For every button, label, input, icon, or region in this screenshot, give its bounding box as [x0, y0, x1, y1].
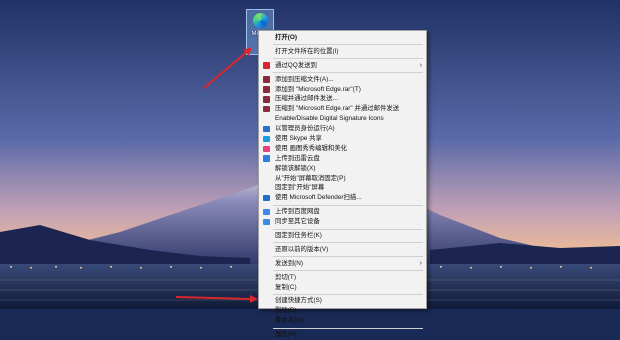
cloud-icon: [263, 155, 270, 162]
menu-item-label: 使用 Skype 共享: [275, 135, 322, 143]
menu-item-label: 重命名(M): [275, 317, 304, 325]
menu-item-label: 以管理员身份运行(A): [275, 125, 335, 133]
menu-item-label: 使用 画图秀秀编辑和美化: [275, 144, 348, 152]
arrow-to-properties-head: [250, 295, 258, 303]
chevron-right-icon: ›: [419, 259, 422, 267]
menu-item[interactable]: 从"开始"屏幕取消固定(P): [259, 174, 426, 184]
menu-item-label: 创建快捷方式(S): [275, 297, 322, 305]
menu-item[interactable]: 使用 画图秀秀编辑和美化: [259, 144, 426, 154]
menu-separator: [273, 72, 423, 74]
menu-item[interactable]: 删除(D): [259, 306, 426, 316]
menu-item-label: 压缩并通过邮件发送...: [275, 95, 338, 103]
paint-icon: [263, 145, 270, 152]
menu-item[interactable]: 复制(C): [259, 283, 426, 293]
menu-item[interactable]: 重命名(M): [259, 316, 426, 326]
menu-item-label: 添加到 "Microsoft Edge.rar"(T): [275, 85, 361, 93]
menu-item-label: 固定到任务栏(K): [275, 232, 322, 240]
menu-item-label: 固定到"开始"屏幕: [275, 184, 325, 192]
menu-separator: [273, 242, 423, 244]
menu-item-label: 剪切(T): [275, 273, 296, 281]
menu-item[interactable]: 压缩到 "Microsoft Edge.rar" 并通过邮件发送: [259, 104, 426, 114]
menu-item[interactable]: 创建快捷方式(S): [259, 296, 426, 306]
skype-icon: [263, 135, 270, 143]
menu-item-label: 打开(O): [275, 34, 298, 41]
menu-item[interactable]: 同步至其它设备: [259, 217, 426, 227]
menu-separator: [273, 58, 423, 60]
menu-separator: [273, 204, 423, 206]
menu-item-label: 使用 Microsoft Defender扫描...: [275, 194, 362, 202]
winrar-icon: [263, 86, 270, 93]
menu-item-label: 同步至其它设备: [275, 218, 320, 226]
menu-item[interactable]: Enable/Disable Digital Signature Icons: [259, 114, 426, 124]
winrar-icon: [263, 76, 270, 83]
menu-item-label: 打开文件所在的位置(I): [275, 47, 339, 55]
menu-item-label: 删除(D): [275, 307, 297, 315]
menu-item-label: Enable/Disable Digital Signature Icons: [275, 115, 384, 123]
menu-item[interactable]: 打开(O): [259, 33, 426, 43]
chevron-right-icon: ›: [419, 61, 422, 69]
menu-item-label: 添加到压缩文件(A)...: [275, 75, 334, 83]
context-menu: 打开(O) 打开文件所在的位置(I) 通过QQ发送到 › 添加到压缩文件(A)... 添加…: [258, 30, 427, 338]
menu-separator: [273, 228, 423, 230]
menu-item-label: 还原以前的版本(V): [275, 245, 329, 253]
menu-item[interactable]: 压缩并通过邮件发送...: [259, 94, 426, 104]
menu-item-label: 解锁该解锁(X): [275, 164, 316, 172]
menu-item-label: 上传到百度网盘: [275, 208, 320, 216]
sync-cloud-icon: [263, 218, 270, 226]
defender-icon: [263, 194, 270, 202]
menu-item[interactable]: 使用 Microsoft Defender扫描...: [259, 193, 426, 203]
menu-item-label: 通过QQ发送到: [275, 61, 317, 69]
menu-item[interactable]: 使用 Skype 共享: [259, 134, 426, 144]
baidu-cloud-icon: [263, 208, 270, 216]
menu-item[interactable]: 添加到压缩文件(A)...: [259, 75, 426, 85]
menu-item[interactable]: 发送到(N) ›: [259, 259, 426, 269]
menu-item[interactable]: 打开文件所在的位置(I): [259, 47, 426, 57]
menu-item[interactable]: 上传到百度网盘: [259, 207, 426, 217]
menu-item-label: 上传到迅雷云盘: [275, 154, 320, 162]
menu-item[interactable]: 添加到 "Microsoft Edge.rar"(T): [259, 85, 426, 95]
menu-item[interactable]: 解锁该解锁(X): [259, 164, 426, 174]
arrow-to-icon: [203, 49, 250, 89]
menu-item[interactable]: 固定到"开始"屏幕: [259, 183, 426, 193]
menu-item[interactable]: 固定到任务栏(K): [259, 231, 426, 241]
menu-separator: [273, 270, 423, 272]
menu-item-label: 从"开始"屏幕取消固定(P): [275, 174, 346, 182]
menu-separator: [273, 44, 423, 46]
menu-item[interactable]: 还原以前的版本(V): [259, 245, 426, 255]
menu-item-label: 发送到(N): [275, 259, 304, 267]
menu-item-label: 属性(R): [275, 331, 297, 339]
qq-icon: [263, 62, 270, 69]
menu-item[interactable]: 通过QQ发送到 ›: [259, 61, 426, 71]
arrow-to-properties: [175, 296, 253, 300]
menu-item[interactable]: 以管理员身份运行(A): [259, 124, 426, 134]
menu-separator: [273, 327, 423, 329]
shield-icon: [263, 125, 270, 133]
menu-item[interactable]: 属性(R): [259, 330, 426, 340]
menu-item-label: 复制(C): [275, 283, 297, 291]
menu-separator: [273, 256, 423, 258]
menu-separator: [273, 293, 423, 295]
menu-item[interactable]: 上传到迅雷云盘: [259, 154, 426, 164]
winrar-icon: [263, 96, 270, 103]
menu-item[interactable]: 剪切(T): [259, 273, 426, 283]
winrar-icon: [263, 105, 270, 113]
menu-item-label: 压缩到 "Microsoft Edge.rar" 并通过邮件发送: [275, 105, 400, 113]
